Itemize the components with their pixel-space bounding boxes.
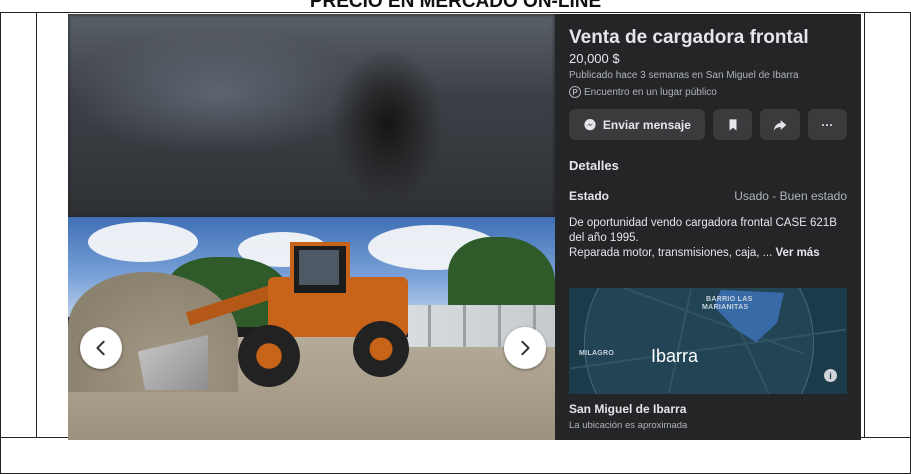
map-label-west: MILAGRO bbox=[579, 350, 615, 357]
blurred-photo-background bbox=[68, 14, 555, 217]
listing-price: 20,000 $ bbox=[569, 51, 620, 66]
condition-value: Usado - Buen estado bbox=[734, 189, 847, 203]
save-button[interactable] bbox=[712, 109, 753, 140]
condition-row: Estado Usado - Buen estado bbox=[569, 189, 847, 203]
share-arrow-icon bbox=[773, 119, 787, 131]
public-place-icon: P bbox=[569, 86, 581, 98]
location-map[interactable]: BARRIO LAS MARIANITAS MILAGRO Ibarra i bbox=[569, 288, 847, 394]
share-button[interactable] bbox=[760, 109, 800, 140]
condition-label: Estado bbox=[569, 189, 610, 203]
photo-wall-post bbox=[428, 305, 431, 347]
more-options-icon: ··· bbox=[821, 117, 834, 132]
info-icon[interactable]: i bbox=[824, 369, 837, 382]
loader-cab-window bbox=[299, 250, 339, 285]
listing-photo-viewer bbox=[68, 14, 555, 440]
send-message-label: Enviar mensaje bbox=[602, 117, 691, 132]
map-label-district: BARRIO LAS bbox=[706, 296, 753, 303]
location-note: La ubicación es aproximada bbox=[569, 420, 688, 431]
see-more-link[interactable]: Ver más bbox=[775, 247, 819, 259]
meetup-label: Encuentro en un lugar público bbox=[584, 86, 717, 98]
photo-wall-post bbox=[463, 305, 466, 347]
previous-photo-button[interactable] bbox=[80, 327, 122, 369]
description-line: Reparada motor, transmisiones, caja, ... bbox=[569, 247, 776, 259]
meetup-info: P Encuentro en un lugar público bbox=[569, 86, 847, 98]
description-line: De oportunidad vendo cargadora frontal C… bbox=[569, 217, 837, 244]
map-label-district: MARIANITAS bbox=[702, 304, 749, 311]
bookmark-icon bbox=[729, 118, 737, 131]
listing-title: Venta de cargadora frontal bbox=[569, 27, 809, 48]
description-line-truncated: Reparada motor, transmisiones, caja, ...… bbox=[569, 246, 847, 261]
loader-rear-wheel bbox=[353, 321, 409, 377]
published-info: Publicado hace 3 semanas en San Miguel d… bbox=[569, 70, 799, 81]
more-options-button[interactable]: ··· bbox=[807, 109, 847, 140]
listing-description: De oportunidad vendo cargadora frontal C… bbox=[569, 216, 847, 261]
photo-cloud bbox=[88, 222, 198, 262]
send-message-button[interactable]: Enviar mensaje bbox=[569, 109, 705, 140]
photo-wall-post bbox=[498, 305, 501, 347]
loader-front-wheel bbox=[238, 325, 300, 387]
messenger-icon bbox=[584, 118, 596, 130]
chevron-left-icon bbox=[96, 340, 105, 356]
table-column-divider-right bbox=[864, 12, 865, 438]
listing-photo bbox=[68, 217, 555, 440]
table-column-divider-left bbox=[36, 12, 37, 438]
map-label-city: Ibarra bbox=[651, 346, 699, 366]
next-photo-button[interactable] bbox=[504, 327, 546, 369]
location-name: San Miguel de Ibarra bbox=[569, 402, 687, 416]
details-heading: Detalles bbox=[569, 158, 619, 173]
marketplace-screenshot: Venta de cargadora frontal 20,000 $ Publ… bbox=[68, 14, 861, 440]
action-bar: Enviar mensaje ··· bbox=[569, 109, 847, 140]
listing-details-panel: Venta de cargadora frontal 20,000 $ Publ… bbox=[555, 14, 861, 440]
chevron-right-icon bbox=[521, 340, 530, 356]
